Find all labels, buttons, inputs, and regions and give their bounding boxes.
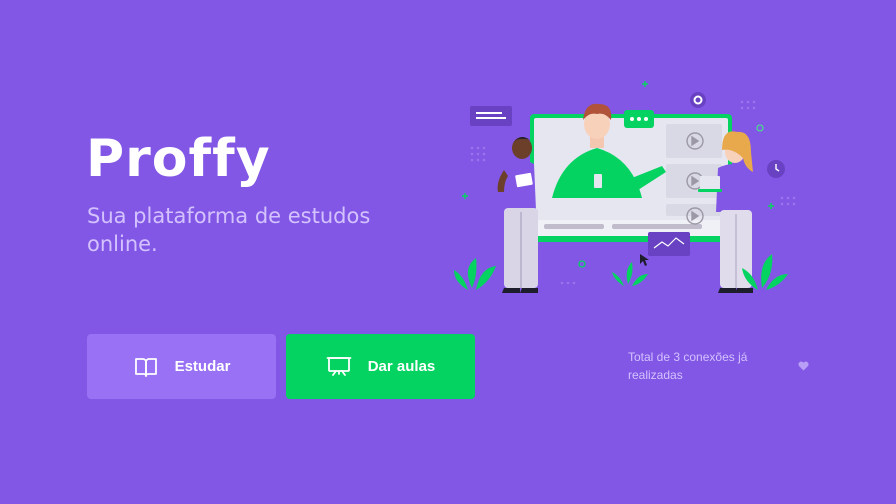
purple-heart-icon — [798, 361, 809, 371]
teach-button-label: Dar aulas — [367, 358, 436, 375]
proffy-logo: Proffy — [86, 129, 271, 189]
total-connections-text: Total de 3 conexões já realizadas — [628, 350, 748, 382]
svg-text:Proffy: Proffy — [86, 129, 271, 189]
presentation-board-icon — [326, 354, 352, 380]
landing-page: Proffy Sua plataforma de estudos online. — [0, 0, 896, 504]
book-open-icon — [133, 354, 159, 380]
study-button[interactable]: Estudar — [87, 334, 276, 399]
tagline: Sua plataforma de estudos online. — [87, 204, 371, 256]
teach-button[interactable]: Dar aulas — [286, 334, 475, 399]
study-button-label: Estudar — [174, 358, 231, 375]
hero-illustration — [454, 81, 796, 293]
